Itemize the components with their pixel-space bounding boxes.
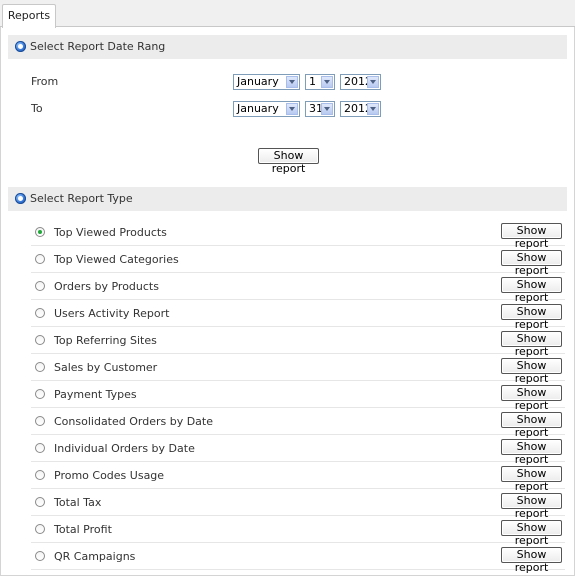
report-radio[interactable] bbox=[35, 443, 45, 453]
report-radio[interactable] bbox=[35, 470, 45, 480]
report-row: Individual Orders by Date Show report bbox=[31, 435, 565, 466]
report-label: Top Viewed Categories bbox=[54, 253, 179, 266]
show-report-button[interactable]: Show report bbox=[501, 223, 562, 250]
report-label: Users Activity Report bbox=[54, 307, 170, 320]
from-label: From bbox=[31, 75, 59, 88]
tab-bar: Reports bbox=[0, 0, 575, 28]
show-report-button[interactable]: Show report bbox=[501, 358, 562, 385]
section-bullet-icon bbox=[15, 193, 26, 204]
report-radio[interactable] bbox=[35, 308, 45, 318]
report-row: Orders by Products Show report bbox=[31, 273, 565, 304]
show-report-button[interactable]: Show report bbox=[501, 385, 562, 412]
chevron-down-icon bbox=[286, 76, 298, 88]
show-report-date-button[interactable]: Show report bbox=[258, 148, 319, 175]
show-report-button[interactable]: Show report bbox=[501, 304, 562, 331]
report-row: Users Activity Report Show report bbox=[31, 300, 565, 331]
report-radio[interactable] bbox=[35, 254, 45, 264]
report-row: Payment Types Show report bbox=[31, 381, 565, 412]
to-day-select[interactable]: 31 bbox=[305, 101, 335, 117]
report-radio[interactable] bbox=[35, 335, 45, 345]
report-label: QR Campaigns bbox=[54, 550, 136, 563]
to-label: To bbox=[31, 102, 43, 115]
report-row: Sales by Customer Show report bbox=[31, 354, 565, 385]
report-row: Consolidated Orders by Date Show report bbox=[31, 408, 565, 439]
report-label: Individual Orders by Date bbox=[54, 442, 195, 455]
chevron-down-icon bbox=[321, 103, 333, 115]
show-report-button[interactable]: Show report bbox=[501, 277, 562, 304]
chevron-down-icon bbox=[367, 76, 379, 88]
report-label: Orders by Products bbox=[54, 280, 159, 293]
report-radio[interactable] bbox=[35, 362, 45, 372]
report-radio[interactable] bbox=[35, 497, 45, 507]
chevron-down-icon bbox=[321, 76, 333, 88]
report-label: Sales by Customer bbox=[54, 361, 158, 374]
report-row: Top Referring Sites Show report bbox=[31, 327, 565, 358]
date-range-title: Select Report Date Rang bbox=[30, 40, 166, 53]
section-bullet-icon bbox=[15, 41, 26, 52]
report-label: Top Referring Sites bbox=[54, 334, 157, 347]
report-label: Total Profit bbox=[54, 523, 112, 536]
show-report-button[interactable]: Show report bbox=[501, 493, 562, 520]
report-radio[interactable] bbox=[35, 524, 45, 534]
show-report-button[interactable]: Show report bbox=[501, 439, 562, 466]
from-month-select[interactable]: January bbox=[233, 74, 300, 90]
report-radio[interactable] bbox=[35, 389, 45, 399]
date-range-header: Select Report Date Rang bbox=[8, 35, 567, 59]
report-type-header: Select Report Type bbox=[8, 187, 567, 211]
report-row: Promo Codes Usage Show report bbox=[31, 462, 565, 493]
report-radio[interactable] bbox=[35, 281, 45, 291]
report-radio[interactable] bbox=[35, 551, 45, 561]
show-report-button[interactable]: Show report bbox=[501, 250, 562, 277]
report-type-title: Select Report Type bbox=[30, 192, 133, 205]
report-row: Top Viewed Products Show report bbox=[31, 219, 565, 250]
report-label: Payment Types bbox=[54, 388, 137, 401]
show-report-button[interactable]: Show report bbox=[501, 520, 562, 547]
show-report-button[interactable]: Show report bbox=[501, 547, 562, 574]
to-month-select[interactable]: January bbox=[233, 101, 300, 117]
to-year-select[interactable]: 2012 bbox=[340, 101, 381, 117]
tab-reports[interactable]: Reports bbox=[2, 4, 56, 28]
report-row: Total Profit Show report bbox=[31, 516, 565, 547]
show-report-button[interactable]: Show report bbox=[501, 412, 562, 439]
report-row: Total Tax Show report bbox=[31, 489, 565, 520]
chevron-down-icon bbox=[367, 103, 379, 115]
report-row: QR Campaigns Show report bbox=[31, 543, 565, 574]
report-radio[interactable] bbox=[35, 227, 45, 237]
show-report-button[interactable]: Show report bbox=[501, 466, 562, 493]
show-report-button[interactable]: Show report bbox=[501, 331, 562, 358]
report-label: Promo Codes Usage bbox=[54, 469, 165, 482]
report-radio[interactable] bbox=[35, 416, 45, 426]
from-day-select[interactable]: 1 bbox=[305, 74, 335, 90]
report-row: Top Viewed Categories Show report bbox=[31, 246, 565, 277]
report-label: Consolidated Orders by Date bbox=[54, 415, 214, 428]
report-label: Top Viewed Products bbox=[54, 226, 167, 239]
from-year-select[interactable]: 2012 bbox=[340, 74, 381, 90]
chevron-down-icon bbox=[286, 103, 298, 115]
report-label: Total Tax bbox=[54, 496, 102, 509]
